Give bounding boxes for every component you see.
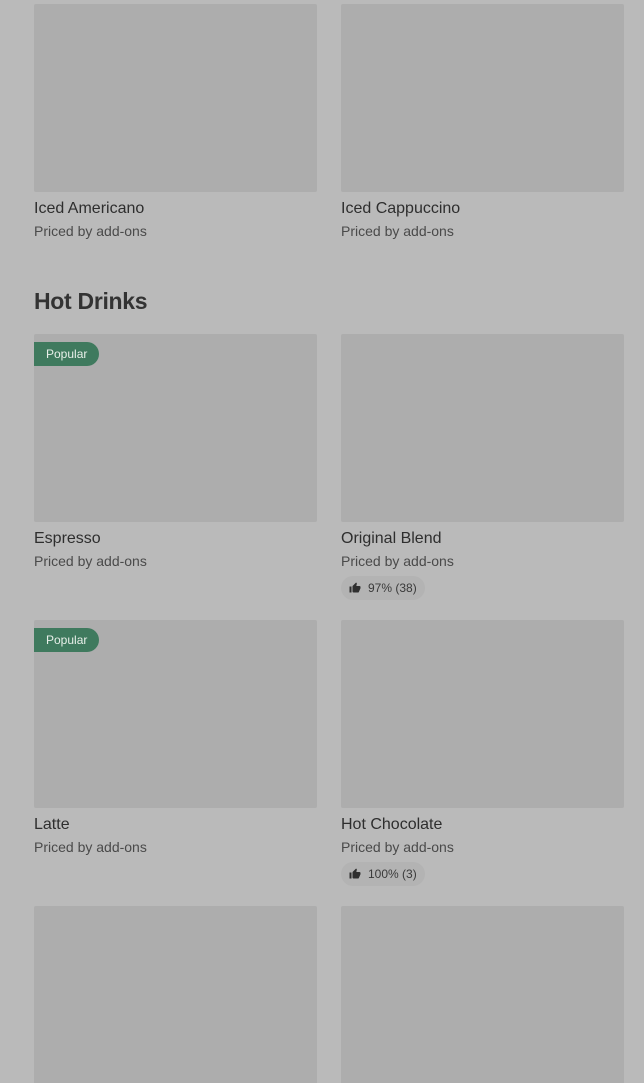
section-title: Hot Drinks bbox=[34, 288, 148, 314]
item-name: Hot Chocolate bbox=[341, 816, 443, 833]
menu-item-card[interactable] bbox=[341, 906, 624, 1083]
menu-item-card[interactable]: Original Blend Priced by add-ons 97% (38… bbox=[341, 334, 624, 600]
rating-text: 97% (38) bbox=[368, 581, 417, 595]
hot-drinks-grid-row-3 bbox=[34, 906, 624, 1083]
menu-item-card[interactable] bbox=[34, 906, 317, 1083]
item-name: Iced Americano bbox=[34, 200, 145, 217]
rating-badge: 100% (3) bbox=[341, 862, 425, 886]
hot-drinks-grid-row-2: Popular Latte Priced by add-ons Hot Choc… bbox=[34, 620, 624, 886]
menu-item-card[interactable]: Iced Americano Priced by add-ons bbox=[34, 4, 317, 240]
menu-item-card[interactable]: Iced Cappuccino Priced by add-ons bbox=[341, 4, 624, 240]
item-image[interactable] bbox=[341, 4, 624, 192]
rating-text: 100% (3) bbox=[368, 867, 417, 881]
menu-page: Iced Americano Priced by add-ons Iced Ca… bbox=[0, 0, 644, 1083]
item-name: Original Blend bbox=[341, 530, 442, 547]
menu-item-card[interactable]: Popular Espresso Priced by add-ons bbox=[34, 334, 317, 600]
item-price: Priced by add-ons bbox=[34, 839, 147, 855]
item-price: Priced by add-ons bbox=[34, 553, 147, 569]
item-image[interactable] bbox=[341, 906, 624, 1083]
item-price: Priced by add-ons bbox=[34, 223, 147, 239]
item-image[interactable] bbox=[341, 334, 624, 522]
item-name: Espresso bbox=[34, 530, 101, 547]
popular-badge: Popular bbox=[34, 628, 100, 652]
item-price: Priced by add-ons bbox=[341, 839, 454, 855]
item-image[interactable] bbox=[34, 906, 317, 1083]
item-image[interactable] bbox=[341, 620, 624, 808]
item-image[interactable]: Popular bbox=[34, 620, 317, 808]
item-name: Latte bbox=[34, 816, 70, 833]
thumbs-up-icon bbox=[349, 868, 361, 879]
item-price: Priced by add-ons bbox=[341, 553, 454, 569]
thumbs-up-icon bbox=[349, 582, 361, 593]
menu-item-card[interactable]: Hot Chocolate Priced by add-ons 100% (3) bbox=[341, 620, 624, 886]
item-name: Iced Cappuccino bbox=[341, 200, 461, 217]
menu-item-card[interactable]: Popular Latte Priced by add-ons bbox=[34, 620, 317, 886]
rating-badge: 97% (38) bbox=[341, 576, 425, 600]
popular-badge: Popular bbox=[34, 342, 100, 366]
iced-drinks-grid: Iced Americano Priced by add-ons Iced Ca… bbox=[34, 4, 624, 240]
hot-drinks-grid-row-1: Popular Espresso Priced by add-ons Origi… bbox=[34, 334, 624, 600]
item-price: Priced by add-ons bbox=[341, 223, 454, 239]
item-image[interactable]: Popular bbox=[34, 334, 317, 522]
item-image[interactable] bbox=[34, 4, 317, 192]
